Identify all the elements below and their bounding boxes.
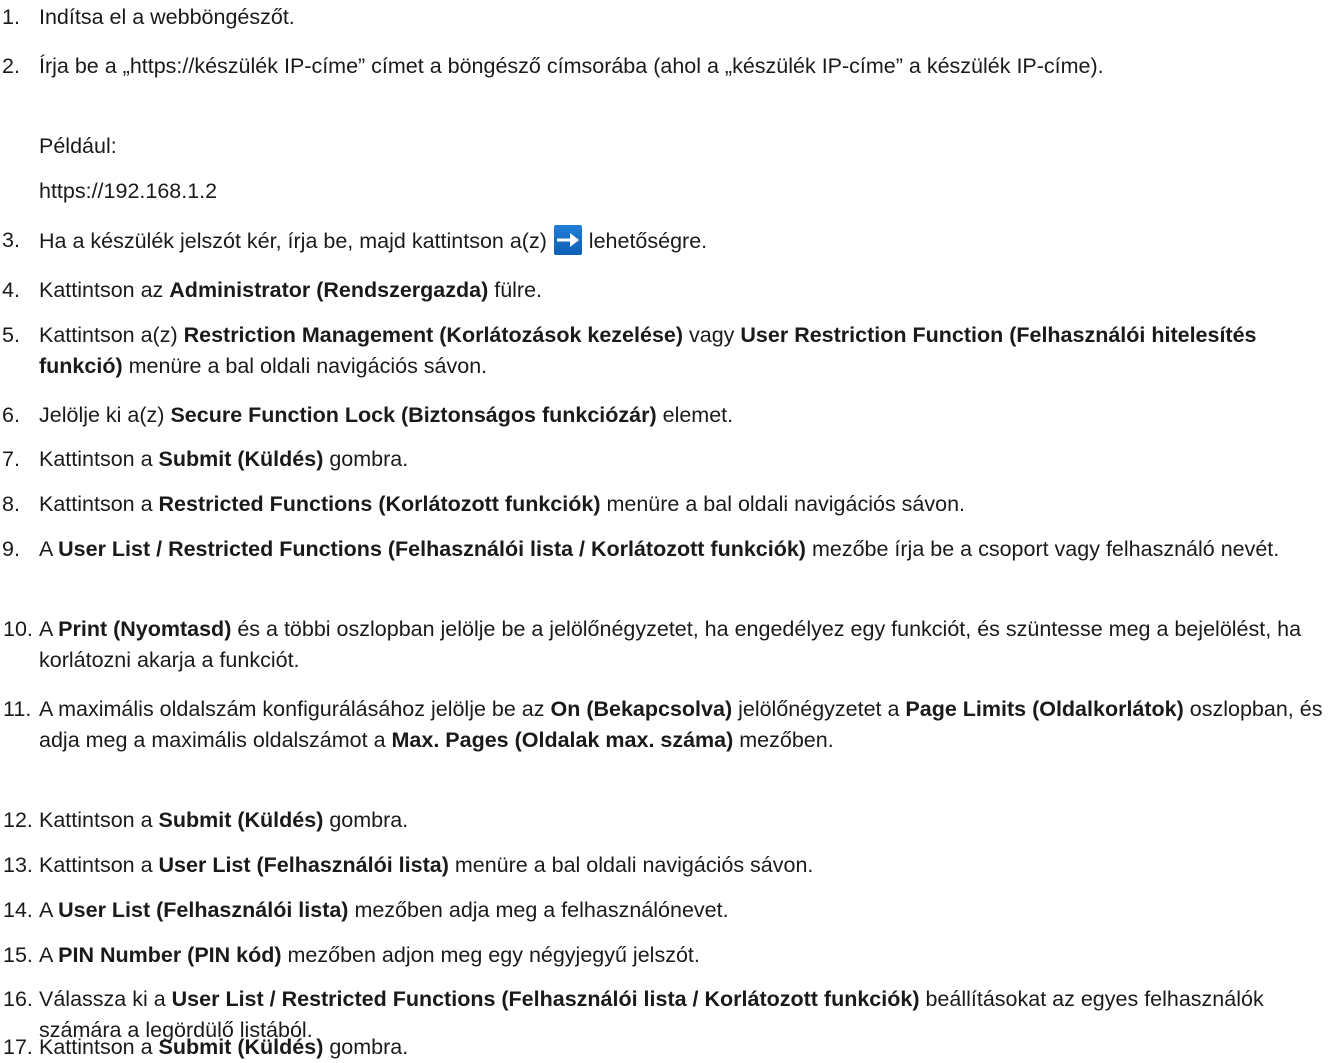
step-number: 12.	[3, 808, 33, 832]
step-text: Kattintson a Submit (Küldés) gombra.	[39, 447, 409, 471]
arrow-right-icon	[553, 225, 582, 255]
step-text: Jelölje ki a(z) Secure Function Lock (Bi…	[39, 403, 734, 427]
step-text: Írja be a „https://készülék IP-címe” cím…	[39, 54, 1104, 78]
example-url: https://192.168.1.2	[39, 179, 218, 203]
step-number: 11.	[3, 697, 32, 721]
step-text: A User List (Felhasználói lista) mezőben…	[39, 898, 729, 922]
step-text: Ha a készülék jelszót kér, írja be, majd…	[39, 225, 1330, 257]
step-text: Kattintson a Restricted Functions (Korlá…	[39, 492, 966, 516]
step-number: 3.	[2, 228, 20, 252]
step-number: 9.	[2, 537, 20, 561]
step-text: A User List / Restricted Functions (Felh…	[39, 537, 1280, 561]
step-text: Kattintson a Submit (Küldés) gombra.	[39, 1035, 409, 1059]
step-text: A maximális oldalszám konfigurálásához j…	[39, 697, 1323, 752]
step-text: Kattintson a(z) Restriction Management (…	[39, 323, 1257, 378]
step-text: Kattintson a User List (Felhasználói lis…	[39, 853, 814, 877]
instruction-document: 1. Indítsa el a webböngészőt. 2. Írja be…	[0, 0, 1341, 1059]
step-text: Kattintson a Submit (Küldés) gombra.	[39, 808, 409, 832]
step-number: 5.	[2, 323, 20, 347]
example-label: Például:	[39, 134, 117, 158]
step-number: 13.	[3, 853, 33, 877]
step-number: 15.	[3, 943, 33, 967]
step-number: 2.	[2, 54, 20, 78]
step-number: 7.	[2, 447, 20, 471]
step-text: Kattintson az Administrator (Rendszergaz…	[39, 278, 543, 302]
step-number: 8.	[2, 492, 20, 516]
step-number: 1.	[2, 5, 20, 29]
step-text: A PIN Number (PIN kód) mezőben adjon meg…	[39, 943, 700, 967]
step-number: 4.	[2, 278, 20, 302]
step-number: 14.	[3, 898, 33, 922]
step-text: A Print (Nyomtasd) és a többi oszlopban …	[39, 617, 1302, 672]
step-number: 10.	[3, 617, 33, 641]
step-number: 17.	[3, 1035, 33, 1059]
step-text: Indítsa el a webböngészőt.	[39, 5, 295, 29]
step-number: 6.	[2, 403, 20, 427]
step-number: 16.	[3, 987, 33, 1011]
